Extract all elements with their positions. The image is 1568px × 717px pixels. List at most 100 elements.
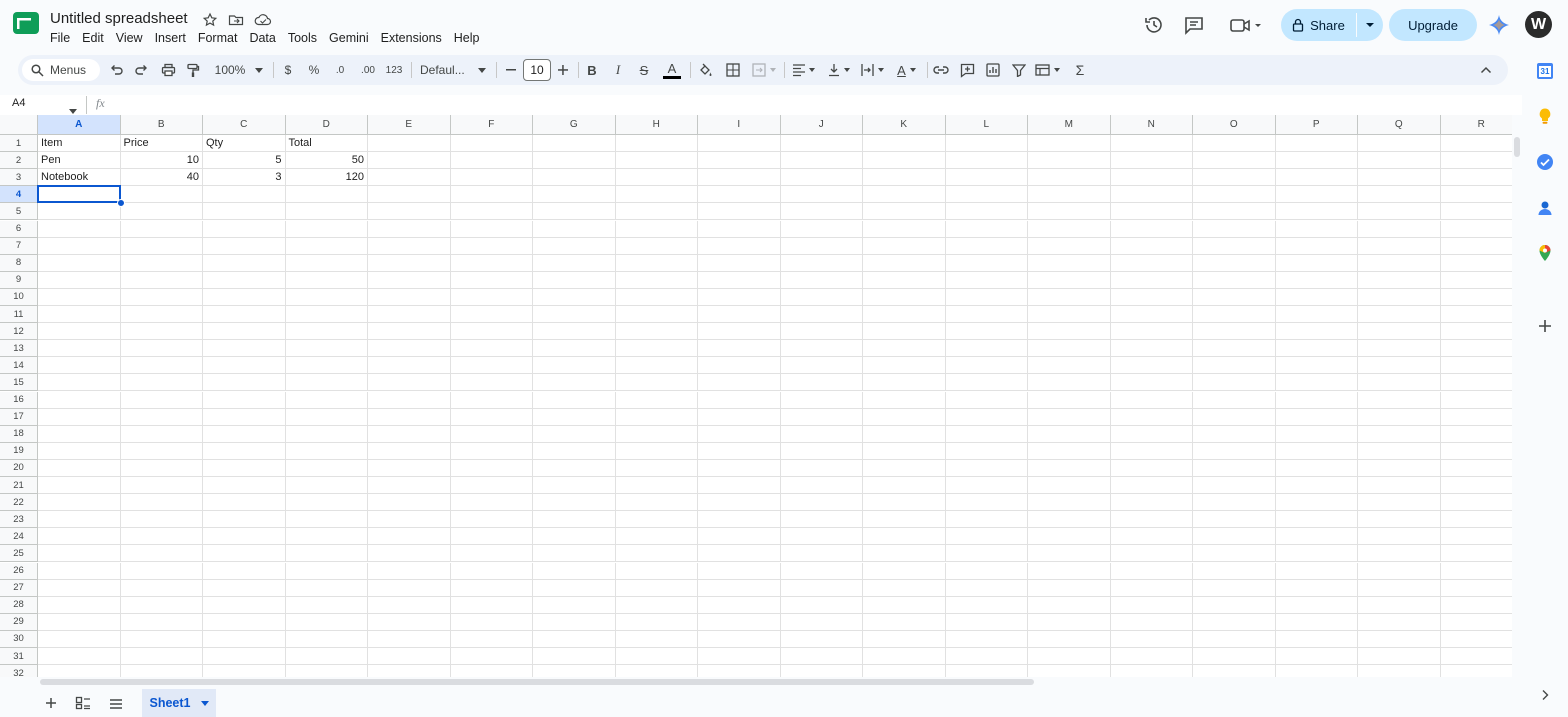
cell[interactable] xyxy=(1358,648,1441,666)
filter-icon[interactable] xyxy=(1010,59,1028,81)
share-dropdown-icon[interactable] xyxy=(1357,9,1383,41)
cell[interactable] xyxy=(1110,596,1193,614)
cell[interactable] xyxy=(120,374,203,392)
cell[interactable] xyxy=(1193,203,1276,221)
cell[interactable] xyxy=(368,203,451,221)
row-header[interactable]: 10 xyxy=(0,288,38,306)
cell[interactable] xyxy=(1440,426,1512,443)
cell[interactable] xyxy=(203,596,286,614)
cell[interactable] xyxy=(203,494,286,512)
cell[interactable] xyxy=(533,203,616,221)
row-header[interactable]: 18 xyxy=(0,425,38,443)
cell[interactable]: Qty xyxy=(203,135,286,153)
font-size-input[interactable]: 10 xyxy=(523,59,551,81)
cell[interactable] xyxy=(863,152,946,170)
cell[interactable] xyxy=(1275,425,1358,443)
cell[interactable] xyxy=(863,186,946,204)
cell[interactable] xyxy=(285,596,368,614)
cell[interactable] xyxy=(1440,221,1512,238)
cell[interactable] xyxy=(368,511,451,529)
cell[interactable] xyxy=(533,562,616,580)
cell[interactable] xyxy=(368,186,451,204)
cell[interactable] xyxy=(863,665,946,677)
cell[interactable] xyxy=(863,408,946,426)
cell[interactable] xyxy=(1028,425,1111,443)
cell[interactable] xyxy=(450,408,533,426)
cell[interactable] xyxy=(1275,237,1358,255)
cell[interactable] xyxy=(1028,562,1111,580)
share-button[interactable]: Share xyxy=(1281,9,1383,41)
cell[interactable] xyxy=(863,425,946,443)
cell[interactable] xyxy=(945,545,1028,563)
document-title[interactable]: Untitled spreadsheet xyxy=(50,10,188,27)
cell[interactable] xyxy=(368,323,451,341)
menu-file[interactable]: File xyxy=(44,30,76,48)
cell[interactable] xyxy=(1028,357,1111,375)
cell[interactable] xyxy=(38,665,121,677)
cell[interactable] xyxy=(945,494,1028,512)
cell[interactable] xyxy=(450,579,533,597)
borders-icon[interactable] xyxy=(724,59,742,81)
zoom-select[interactable]: 100% xyxy=(213,59,247,81)
cell[interactable] xyxy=(945,596,1028,614)
cell[interactable] xyxy=(863,374,946,392)
cell[interactable] xyxy=(1193,494,1276,512)
cell[interactable] xyxy=(615,323,698,341)
cell[interactable] xyxy=(1440,477,1512,495)
cell[interactable] xyxy=(1193,254,1276,272)
cell[interactable] xyxy=(38,596,121,614)
cell[interactable] xyxy=(1358,271,1441,289)
cell[interactable] xyxy=(698,288,781,306)
cell[interactable] xyxy=(1193,665,1276,677)
name-box[interactable]: A4 xyxy=(12,97,25,109)
cell[interactable] xyxy=(945,169,1028,187)
cell[interactable] xyxy=(1275,340,1358,358)
cell[interactable] xyxy=(1275,288,1358,306)
cell[interactable] xyxy=(945,288,1028,306)
cell[interactable] xyxy=(203,340,286,358)
cell[interactable] xyxy=(285,374,368,392)
cell[interactable] xyxy=(1440,357,1512,375)
cell[interactable] xyxy=(1275,186,1358,204)
cell[interactable] xyxy=(698,391,781,409)
cell[interactable] xyxy=(615,391,698,409)
cell[interactable] xyxy=(780,169,863,187)
cell[interactable] xyxy=(368,374,451,392)
cell[interactable] xyxy=(1028,203,1111,221)
cell[interactable] xyxy=(615,374,698,392)
cell[interactable] xyxy=(203,408,286,426)
cell[interactable] xyxy=(863,477,946,495)
cell[interactable] xyxy=(698,323,781,341)
redo-icon[interactable] xyxy=(133,59,151,81)
cell[interactable] xyxy=(1275,271,1358,289)
insert-comment-icon[interactable] xyxy=(958,59,976,81)
cell[interactable] xyxy=(615,169,698,187)
cell[interactable] xyxy=(38,511,121,529)
cell[interactable] xyxy=(1275,220,1358,238)
cell[interactable] xyxy=(1275,579,1358,597)
row-header[interactable]: 8 xyxy=(0,254,38,272)
cell[interactable] xyxy=(698,477,781,495)
cell[interactable] xyxy=(285,528,368,546)
text-wrapping-icon[interactable] xyxy=(860,59,888,81)
cell[interactable] xyxy=(863,237,946,255)
cell[interactable] xyxy=(368,545,451,563)
bold-button[interactable]: B xyxy=(584,59,600,81)
cell[interactable] xyxy=(203,425,286,443)
cell[interactable] xyxy=(38,545,121,563)
cell[interactable] xyxy=(945,442,1028,460)
cell[interactable] xyxy=(38,306,121,324)
column-header[interactable]: R xyxy=(1440,115,1512,135)
cell[interactable] xyxy=(1028,494,1111,512)
cell[interactable] xyxy=(38,237,121,255)
cell[interactable] xyxy=(1275,169,1358,187)
cell[interactable] xyxy=(863,340,946,358)
cell[interactable] xyxy=(120,288,203,306)
column-header[interactable]: P xyxy=(1275,115,1358,135)
cell[interactable] xyxy=(533,271,616,289)
cell[interactable] xyxy=(450,340,533,358)
cell[interactable] xyxy=(533,630,616,648)
cell[interactable] xyxy=(203,288,286,306)
cell[interactable] xyxy=(1358,596,1441,614)
cell[interactable] xyxy=(1028,477,1111,495)
